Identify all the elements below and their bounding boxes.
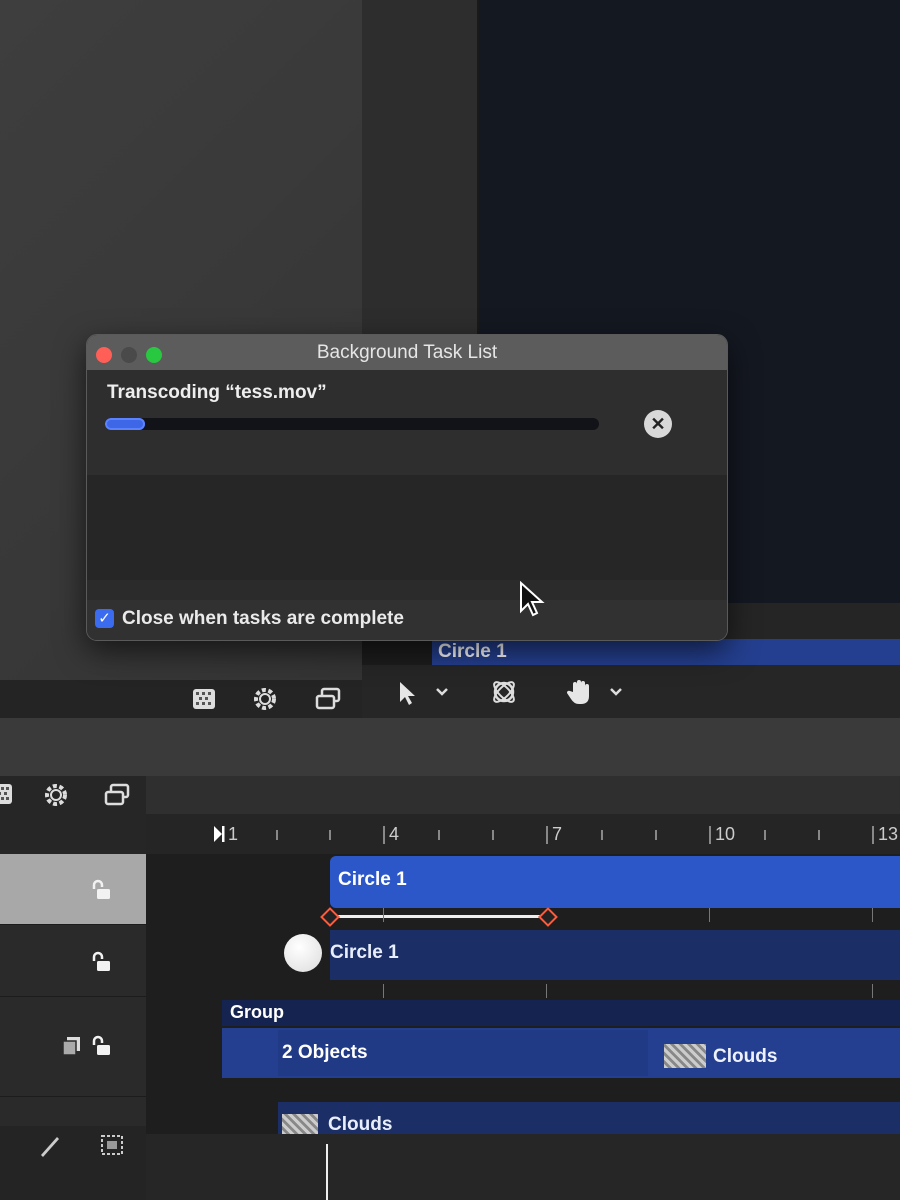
unlock-icon[interactable] xyxy=(90,1034,114,1058)
playhead-line[interactable] xyxy=(326,1144,328,1200)
viewer-mini-strip xyxy=(362,639,432,665)
ruler-major-tick xyxy=(546,826,548,844)
group-label: Group xyxy=(230,1002,284,1022)
checkerboard-icon[interactable] xyxy=(0,782,14,806)
keyframe-range-line xyxy=(329,915,547,918)
layer-row-clouds[interactable] xyxy=(0,1096,146,1127)
task-progress-bar xyxy=(105,418,599,430)
ruler-tick-label: 13 xyxy=(878,824,899,844)
grid-dash xyxy=(546,984,547,998)
zoom-window-button[interactable] xyxy=(146,347,162,363)
unlock-icon[interactable] xyxy=(90,950,114,974)
grid-dash xyxy=(383,908,384,922)
ruler-tick-label: 1 xyxy=(228,824,239,844)
marquee-select-icon[interactable] xyxy=(98,1132,128,1160)
timeline-group-header[interactable]: Group xyxy=(222,1000,900,1026)
close-icon: ✕ xyxy=(650,414,666,434)
timeline-toolbar-right xyxy=(146,776,900,814)
task-label: Transcoding “tess.mov” xyxy=(107,382,327,403)
ruler-minor-tick xyxy=(601,830,603,840)
cancel-task-button[interactable]: ✕ xyxy=(644,410,672,438)
group-icon xyxy=(60,1034,84,1058)
grid-dash xyxy=(872,984,873,998)
viewer-toolbar xyxy=(362,665,900,718)
unlock-icon[interactable] xyxy=(90,878,114,902)
minimize-window-button[interactable] xyxy=(121,347,137,363)
grid-dash xyxy=(709,908,710,922)
layers-stack-icon[interactable] xyxy=(313,686,343,712)
close-when-complete-label[interactable]: Close when tasks are complete xyxy=(122,608,404,630)
clouds-group-label: Clouds xyxy=(713,1046,778,1067)
ruler-minor-tick xyxy=(438,830,440,840)
ruler-minor-tick xyxy=(764,830,766,840)
task-list-empty-row xyxy=(87,475,727,580)
transform-orbit-icon[interactable] xyxy=(488,677,520,707)
layer-row-group[interactable] xyxy=(0,996,146,1097)
select-arrow-icon[interactable] xyxy=(396,679,418,707)
ruler-tick-label: 4 xyxy=(389,824,400,844)
chevron-down-icon[interactable] xyxy=(608,685,624,699)
grid-dash xyxy=(383,984,384,998)
layer-row-circle-selected[interactable] xyxy=(0,854,146,925)
grid-dash xyxy=(872,908,873,922)
ruler-major-tick xyxy=(872,826,874,844)
viewer-mini-timeline-circle-bar[interactable]: Circle 1 xyxy=(432,639,900,665)
keyframe-marker[interactable] xyxy=(538,907,558,927)
timeline-bar-circle-selected[interactable]: Circle 1 xyxy=(330,856,900,908)
layers-stack-icon[interactable] xyxy=(102,782,132,808)
clouds-thumbnail xyxy=(282,1114,318,1134)
playhead-start-icon[interactable] xyxy=(212,824,226,844)
close-when-complete-checkbox[interactable]: ✓ xyxy=(95,609,114,628)
mouse-cursor-icon xyxy=(517,580,547,620)
ruler-minor-tick xyxy=(329,830,331,840)
chevron-down-icon[interactable] xyxy=(434,685,450,699)
bar-label: Circle 1 xyxy=(338,869,407,890)
clouds-thumbnail xyxy=(664,1044,706,1068)
ruler-tick-label: 7 xyxy=(552,824,563,844)
timeline-toolbar xyxy=(0,776,146,814)
timeline-ruler[interactable]: 1 4 7 10 13 xyxy=(146,814,900,854)
ruler-major-tick xyxy=(383,826,385,844)
upper-left-toolbar xyxy=(0,680,362,718)
gear-icon[interactable] xyxy=(42,781,70,809)
timeline-bottom-area xyxy=(146,1134,900,1200)
circle-thumbnail xyxy=(284,934,322,972)
timeline-bar-circle-object[interactable] xyxy=(330,930,900,980)
clouds-track-label: Clouds xyxy=(328,1114,393,1135)
layers-bottom-tools xyxy=(0,1126,146,1200)
track-label: Circle 1 xyxy=(330,942,399,963)
group-objects-segment[interactable]: 2 Objects xyxy=(278,1030,648,1076)
ruler-minor-tick xyxy=(655,830,657,840)
group-objects-label: 2 Objects xyxy=(282,1042,368,1063)
ruler-minor-tick xyxy=(492,830,494,840)
dialog-title: Background Task List xyxy=(316,342,498,363)
layer-row-circle[interactable] xyxy=(0,924,146,997)
timeline-area[interactable]: 1 4 7 10 13 Circle 1 Circle 1 Group 2 Ob… xyxy=(146,814,900,1200)
gear-icon[interactable] xyxy=(251,685,279,713)
keyframe-marker[interactable] xyxy=(320,907,340,927)
layers-list xyxy=(0,814,146,1200)
hand-pan-icon[interactable] xyxy=(566,677,594,707)
ruler-minor-tick xyxy=(276,830,278,840)
pen-icon[interactable] xyxy=(36,1132,64,1160)
background-task-dialog: Background Task List Transcoding “tess.m… xyxy=(86,334,728,641)
ruler-minor-tick xyxy=(818,830,820,840)
task-list-empty-row xyxy=(87,580,727,600)
checkerboard-icon[interactable] xyxy=(190,686,218,712)
panel-divider xyxy=(0,718,900,776)
ruler-major-tick xyxy=(709,826,711,844)
close-window-button[interactable] xyxy=(96,347,112,363)
checkmark-icon: ✓ xyxy=(98,610,111,627)
task-progress-fill xyxy=(105,418,145,430)
layers-header xyxy=(0,814,146,855)
ruler-tick-label: 10 xyxy=(715,824,736,844)
